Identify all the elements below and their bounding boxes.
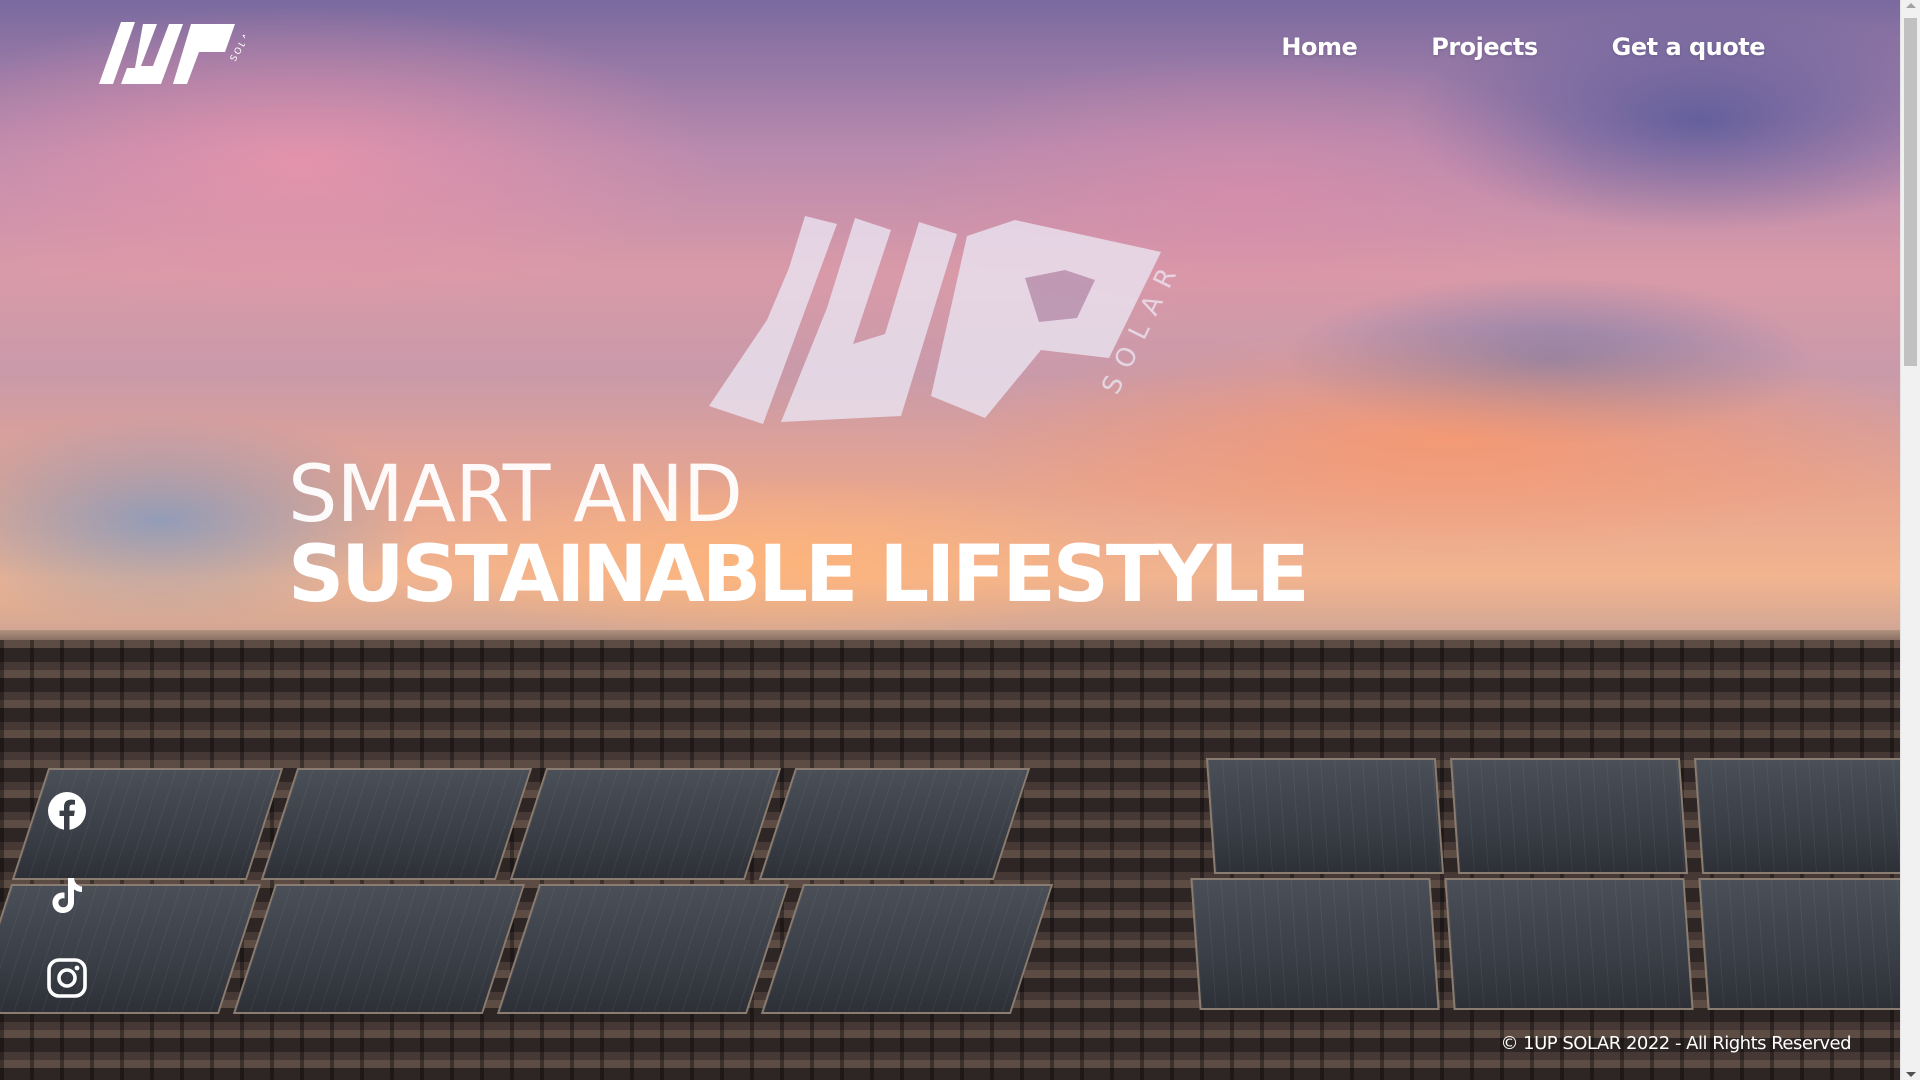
nav-home-link[interactable]: Home <box>1281 30 1357 64</box>
hero-logo: SOLAR <box>705 210 1195 440</box>
solar-panel-row-bottom-left <box>0 884 1054 1014</box>
1up-solar-large-logo-icon: SOLAR <box>709 216 1188 424</box>
hero-headline: SMART AND SUSTAINABLE LIFESTYLE <box>288 450 1310 620</box>
solar-panel-row-top-right <box>1205 758 1920 874</box>
scroll-down-arrow-icon[interactable] <box>1906 1072 1916 1077</box>
landing-page: SOLAR Home Projects Get a quote SOLAR SM… <box>0 0 1920 1080</box>
vertical-scrollbar[interactable] <box>1900 0 1920 1080</box>
copyright-text: © 1UP SOLAR 2022 - All Rights Reserved <box>1500 1033 1851 1054</box>
facebook-icon <box>48 792 86 830</box>
nav-get-a-quote-link[interactable]: Get a quote <box>1612 30 1766 64</box>
solar-panel-row-bottom-right <box>1190 878 1920 1010</box>
header-logo[interactable]: SOLAR <box>95 18 258 88</box>
solar-panel-row-top-left <box>11 768 1031 880</box>
instagram-link[interactable] <box>46 957 88 999</box>
1up-solar-logo-icon: SOLAR <box>99 22 258 84</box>
main-navigation: Home Projects Get a quote <box>1281 30 1765 64</box>
scroll-up-arrow-icon[interactable] <box>1906 3 1916 8</box>
tiktok-icon <box>52 878 82 913</box>
hero-headline-line-1: SMART AND <box>288 450 743 540</box>
hero-headline-line-2: SUSTAINABLE LIFESTYLE <box>288 530 1310 620</box>
tiktok-link[interactable] <box>46 874 88 916</box>
facebook-link[interactable] <box>46 790 88 832</box>
scrollbar-thumb[interactable] <box>1904 18 1917 366</box>
nav-projects-link[interactable]: Projects <box>1431 30 1538 64</box>
instagram-icon <box>47 958 87 998</box>
